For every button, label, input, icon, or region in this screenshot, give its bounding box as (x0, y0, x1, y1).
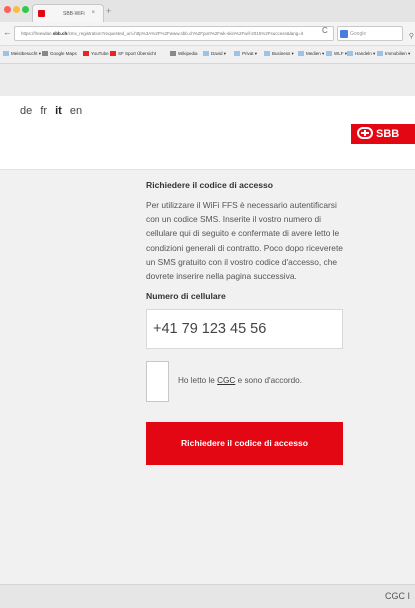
phone-label: Numero di cellulare (146, 291, 226, 302)
request-code-button[interactable]: Richiedere il codice di accesso (146, 422, 343, 466)
tab-close-icon[interactable]: × (91, 10, 95, 16)
terms-row: Ho letto le CGC e sono d'accordo. (146, 361, 346, 405)
bookmark-item[interactable]: Medien ▾ (298, 51, 324, 57)
title-bar: SBB-WiFi × + (0, 0, 415, 22)
page-icon (42, 51, 48, 57)
terms-checkbox[interactable] (146, 361, 169, 403)
wikipedia-icon (170, 51, 176, 57)
phone-input[interactable]: +41 79 123 45 56 (146, 309, 343, 350)
search-box[interactable]: Google ⚲ (337, 26, 414, 41)
lang-de[interactable]: de (20, 105, 32, 117)
bookmark-item[interactable]: SF Sport Übersicht (110, 51, 156, 57)
language-switcher: de fr it en (20, 105, 87, 117)
form-title: Richiedere il codice di accesso (146, 180, 274, 190)
lang-en[interactable]: en (70, 105, 82, 117)
folder-icon (377, 51, 383, 57)
zoom-window-icon[interactable] (22, 6, 29, 13)
youtube-icon (83, 51, 89, 57)
bookmark-item[interactable]: Google Maps (42, 51, 77, 57)
sbb-logo[interactable]: SBB (351, 124, 415, 144)
cgc-link[interactable]: CGC (217, 376, 235, 385)
minimize-window-icon[interactable] (13, 6, 20, 13)
folder-icon (3, 51, 9, 57)
search-icon[interactable]: ⚲ (409, 30, 414, 44)
bookmark-item[interactable]: Meistbesucht ▾ (3, 51, 41, 57)
bookmark-item[interactable]: Business ▾ (264, 51, 294, 57)
lang-fr[interactable]: fr (40, 105, 47, 117)
back-arrow-icon[interactable]: ← (3, 27, 12, 37)
url-prefix: https://freewlan. (21, 31, 53, 36)
bookmark-item[interactable]: Handeln ▾ (347, 51, 375, 57)
footer-links[interactable]: CGC I (385, 591, 410, 601)
bookmark-item[interactable]: Immobilien ▾ (377, 51, 410, 57)
access-code-form: Richiedere il codice di accesso Per util… (146, 180, 346, 466)
bookmark-item[interactable]: David ▾ (203, 51, 226, 57)
folder-icon (347, 51, 353, 57)
new-tab-button[interactable]: + (106, 6, 111, 16)
folder-icon (298, 51, 304, 57)
bookmarks-bar: Meistbesucht ▾ Google Maps YouTube SF Sp… (0, 46, 415, 64)
browser-chrome: SBB-WiFi × + ← https://freewlan.sbb.ch/s… (0, 0, 415, 96)
folder-icon (234, 51, 240, 57)
url-domain: sbb.ch (52, 31, 68, 36)
tab-title: SBB-WiFi (63, 11, 85, 17)
terms-label: Ho letto le CGC e sono d'accordo. (178, 376, 302, 386)
bookmark-item[interactable]: WLF ▾ (326, 51, 347, 57)
address-bar[interactable]: https://freewlan.sbb.ch/smx_registration… (14, 26, 334, 41)
google-icon (340, 30, 348, 38)
search-placeholder: Google (350, 31, 367, 37)
folder-icon (264, 51, 270, 57)
bookmark-item[interactable]: YouTube (83, 51, 109, 57)
close-window-icon[interactable] (4, 6, 11, 13)
bookmark-item[interactable]: Privat ▾ (234, 51, 257, 57)
folder-icon (203, 51, 209, 57)
sbb-arrow-icon (357, 127, 373, 139)
lang-it[interactable]: it (55, 105, 62, 117)
srf-icon (110, 51, 116, 57)
navigation-bar: ← https://freewlan.sbb.ch/smx_registrati… (0, 22, 415, 46)
intro-text: Per utilizzare il WiFi FFS è necessario … (146, 200, 343, 282)
folder-icon (326, 51, 332, 57)
logo-text: SBB (376, 128, 400, 140)
sbb-favicon-icon (38, 10, 45, 17)
browser-tab[interactable]: SBB-WiFi × (32, 4, 104, 22)
bookmark-item[interactable]: Wikipedia (170, 51, 198, 57)
reload-icon[interactable]: C (322, 26, 328, 35)
page-footer: CGC I (0, 584, 415, 608)
url-rest: /smx_registration?requested_url=http%3A%… (67, 31, 304, 36)
web-page: de fr it en SBB Richiedere il codice di … (0, 96, 415, 608)
